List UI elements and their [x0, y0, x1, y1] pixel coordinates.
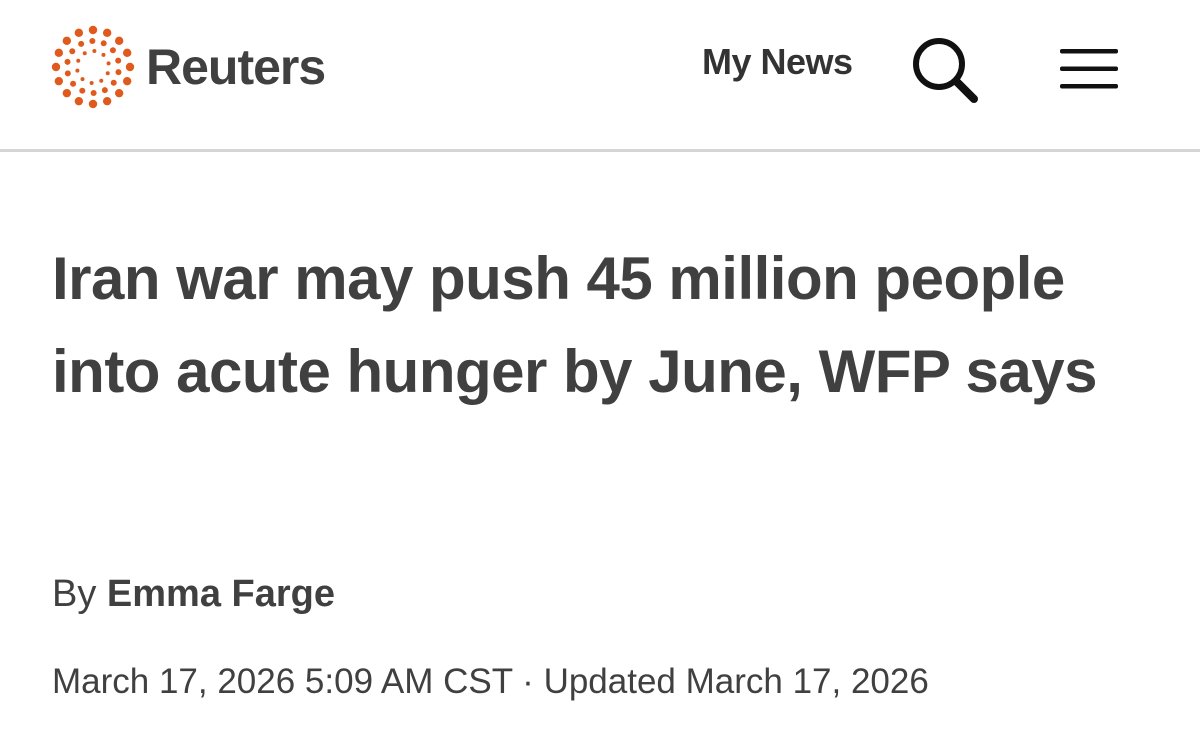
logo-dot: [70, 80, 77, 87]
date-separator: ·: [522, 662, 534, 701]
brand-name: Reuters: [146, 39, 326, 95]
logo-dot: [62, 88, 72, 98]
logo-dot: [102, 28, 112, 38]
logo-dot: [75, 68, 80, 73]
logo-dot: [101, 87, 108, 94]
logo-dot: [80, 77, 85, 82]
byline-prefix: By: [52, 573, 97, 615]
byline: By Emma Farge: [52, 572, 335, 616]
logo-dot: [102, 96, 112, 106]
logo-dot: [64, 70, 71, 77]
logo-dot: [115, 57, 122, 64]
logo-dot: [114, 36, 124, 46]
logo-dot: [115, 69, 122, 76]
dateline: March 17, 2026 5:09 AM CST · Updated Mar…: [52, 660, 929, 704]
logo-dot: [114, 88, 124, 98]
logo-dot: [74, 28, 84, 38]
logo-dot: [62, 36, 72, 46]
logo-dot: [79, 87, 86, 94]
logo-dot: [125, 62, 135, 72]
search-button[interactable]: [910, 34, 980, 104]
logo-dot: [90, 89, 97, 96]
logo-dot: [92, 49, 97, 54]
logo-dot: [89, 38, 96, 45]
logo-dot: [54, 76, 64, 86]
logo-dot: [101, 52, 106, 57]
logo-dot: [74, 96, 84, 106]
logo-dot: [110, 79, 117, 86]
logo-dot: [51, 62, 61, 72]
logo-dot: [100, 40, 107, 47]
logo-dot: [76, 58, 81, 63]
logo-dot: [105, 71, 110, 76]
published-time: March 17, 2026 5:09 AM CST: [52, 662, 513, 701]
logo-dot: [69, 48, 76, 55]
logo-dot: [106, 61, 111, 66]
reuters-logo-icon: [51, 25, 135, 109]
logo-dot: [122, 76, 132, 86]
logo-dot: [78, 40, 85, 47]
search-icon: [913, 38, 978, 103]
logo-dot: [64, 58, 71, 65]
logo-dot: [88, 99, 98, 109]
menu-button[interactable]: [1058, 46, 1120, 92]
site-header: Reuters My News: [0, 0, 1200, 152]
logo-dot: [88, 25, 98, 35]
reuters-logo[interactable]: Reuters: [50, 24, 326, 110]
logo-dot: [82, 51, 87, 56]
logo-dot: [99, 78, 104, 83]
logo-dot: [109, 47, 116, 54]
my-news-link[interactable]: My News: [702, 44, 853, 80]
logo-dot: [54, 48, 64, 58]
logo-dot: [122, 48, 132, 58]
article-headline: Iran war may push 45 million people into…: [52, 245, 1097, 405]
hamburger-menu-icon: [1060, 49, 1118, 89]
logo-dot: [89, 80, 94, 85]
author-link[interactable]: Emma Farge: [107, 573, 335, 615]
updated-time: Updated March 17, 2026: [543, 662, 929, 701]
